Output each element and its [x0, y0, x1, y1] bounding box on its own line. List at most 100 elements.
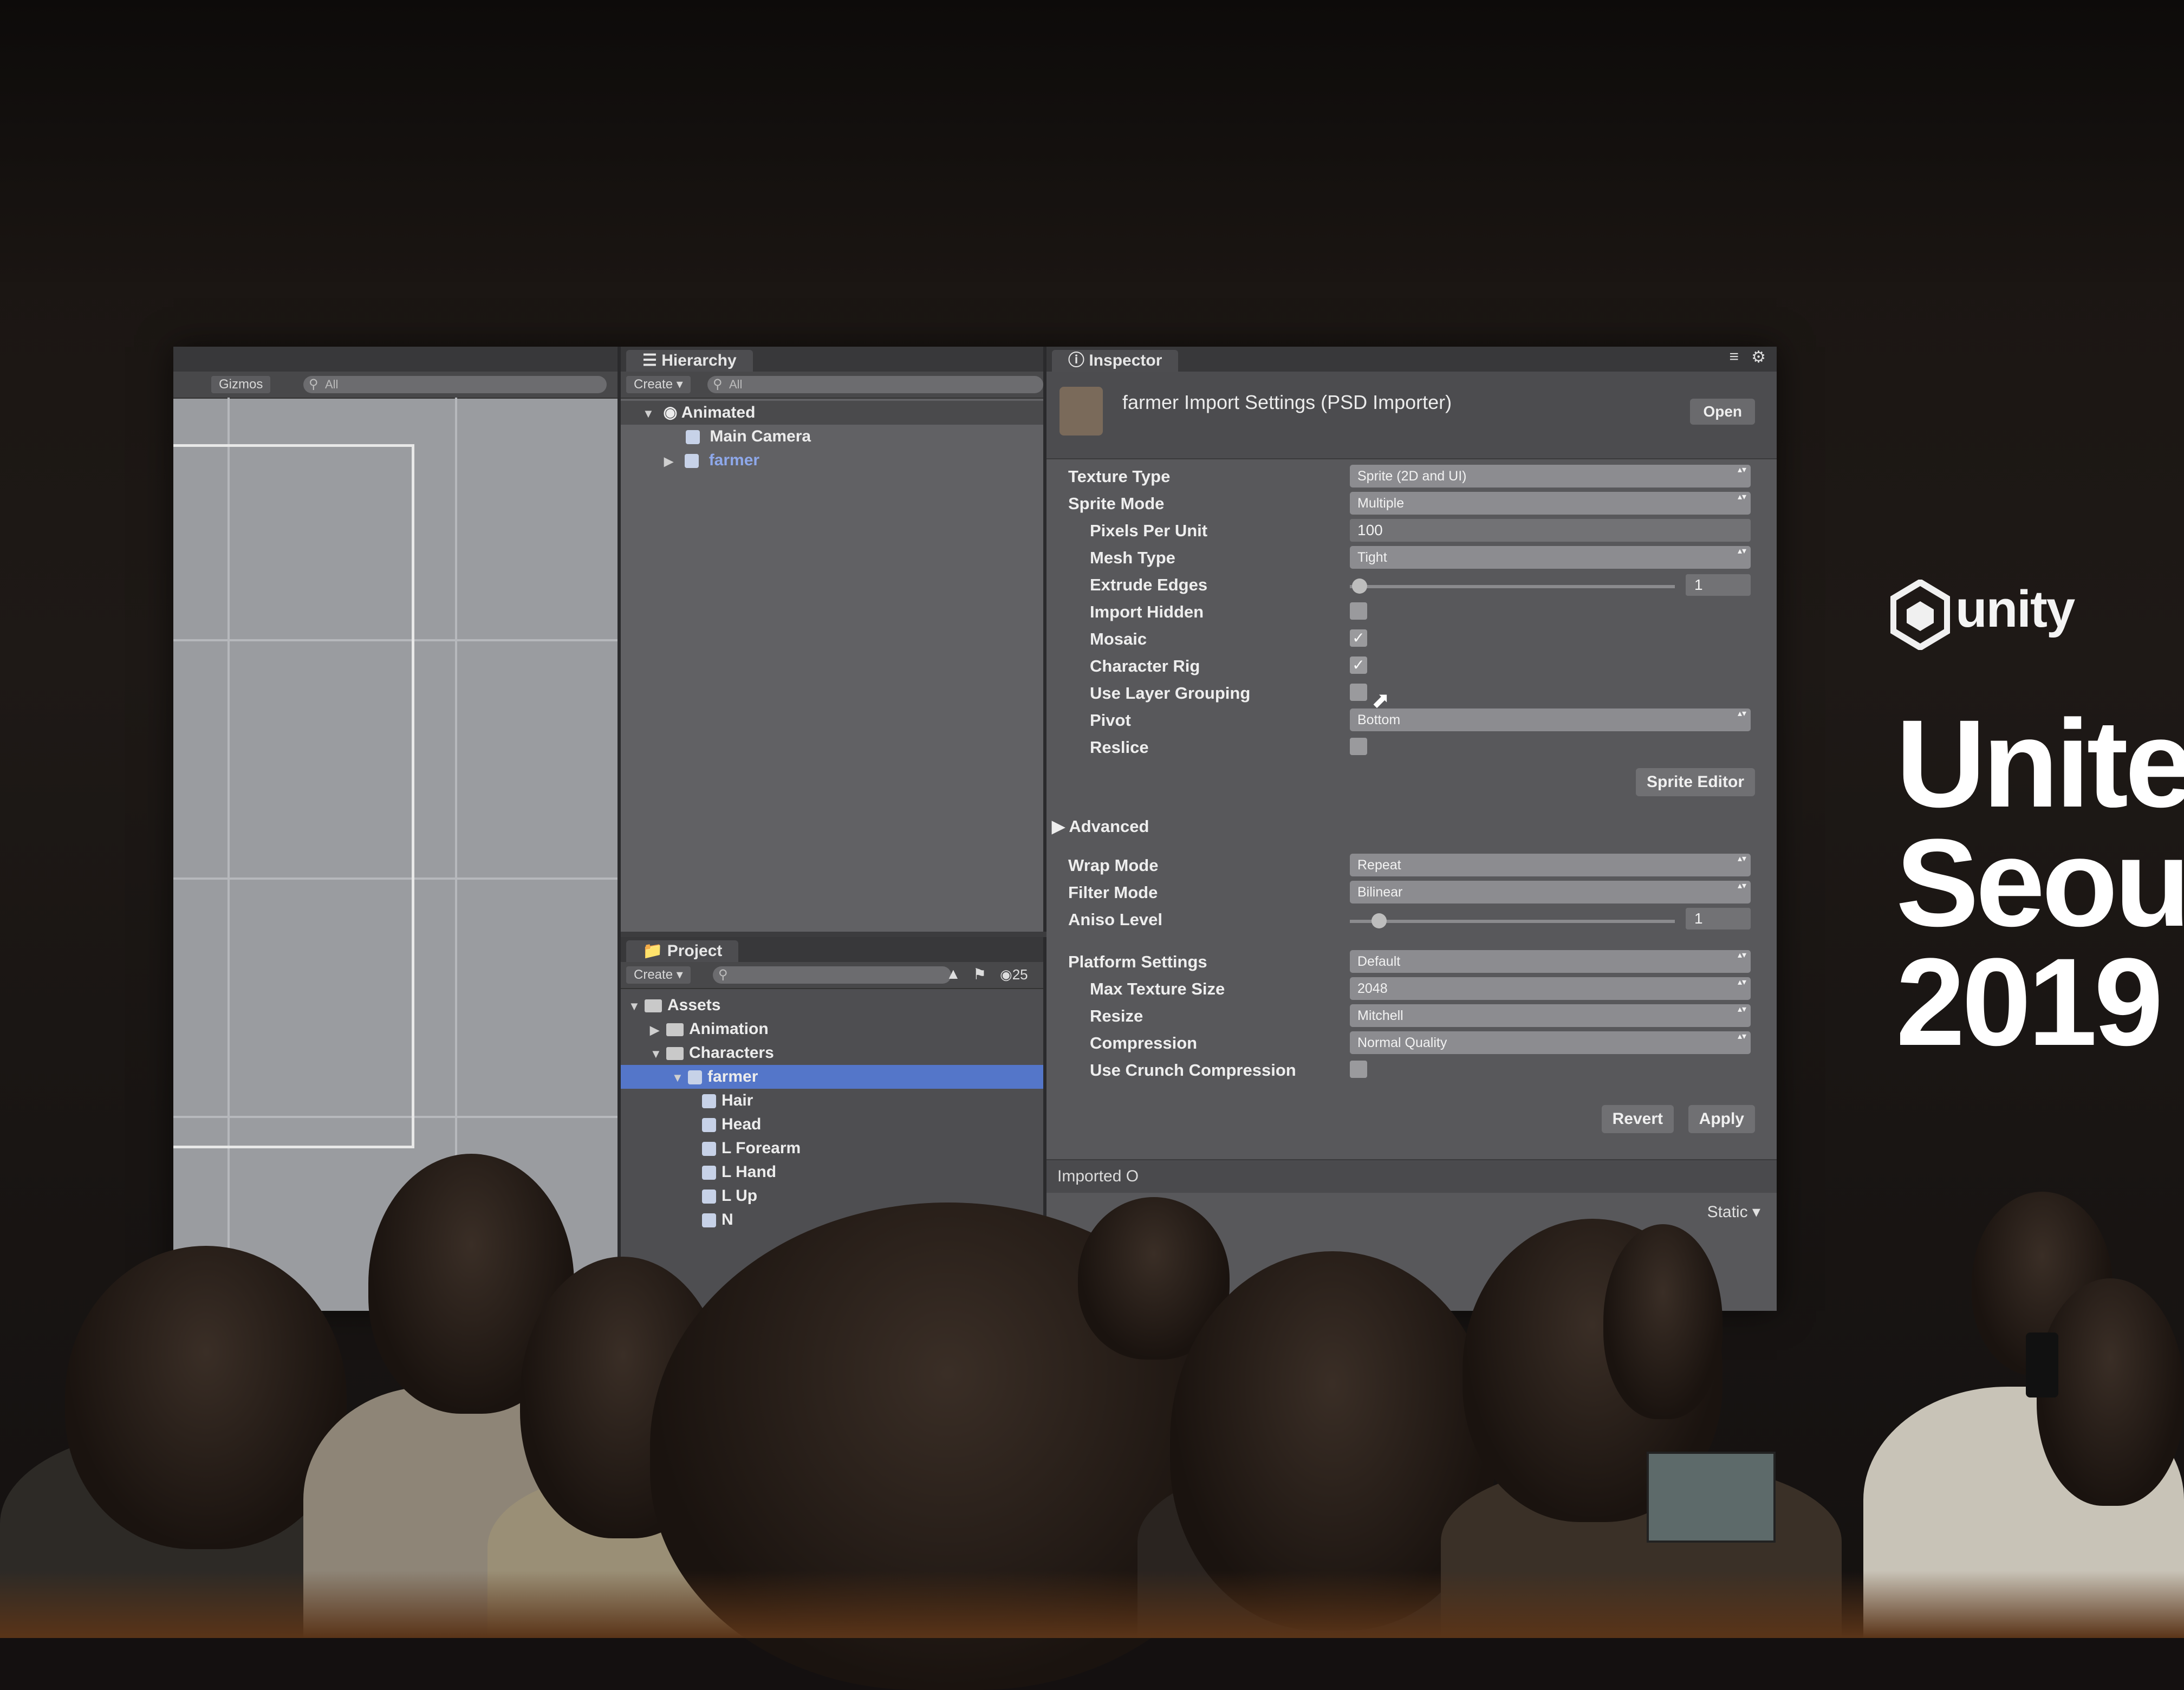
hierarchy-item[interactable]: ▶ farmer — [621, 448, 1043, 472]
tab-hierarchy[interactable]: ☰ Hierarchy — [626, 350, 753, 372]
folder-icon — [666, 1023, 684, 1037]
extrude-edges-label: Extrude Edges — [1090, 575, 1208, 594]
use-layer-grouping-label: Use Layer Grouping — [1090, 684, 1251, 703]
resize-dropdown[interactable]: Mitchell — [1350, 1004, 1751, 1027]
tab-project[interactable]: 📁 Project — [626, 940, 739, 962]
slider-handle[interactable] — [1372, 913, 1387, 928]
settings-sliders-icon[interactable]: ≡ — [1729, 348, 1739, 366]
gameobject-icon — [686, 430, 700, 445]
advanced-foldout[interactable]: ▶ Advanced — [1052, 817, 1149, 836]
character-rig-checkbox[interactable]: ✓ — [1350, 656, 1367, 674]
inspector-tabbar: ⓘ Inspector ⚙ ≡ — [1046, 347, 1777, 372]
project-badge-count: 25 — [1012, 966, 1028, 983]
sprite-icon — [702, 1213, 716, 1228]
seat-row — [0, 1571, 2184, 1638]
revert-button[interactable]: Revert — [1601, 1105, 1674, 1133]
pixels-per-unit-field[interactable]: 100 — [1350, 519, 1751, 542]
compression-label: Compression — [1090, 1034, 1198, 1052]
max-texture-size-dropdown[interactable]: 2048 — [1350, 977, 1751, 1000]
prefab-icon — [685, 454, 699, 469]
static-dropdown[interactable]: Static ▾ — [1707, 1202, 1760, 1221]
compression-dropdown[interactable]: Normal Quality — [1350, 1031, 1751, 1054]
checkmark-icon: ✓ — [1352, 656, 1365, 673]
sprite-editor-button[interactable]: Sprite Editor — [1635, 768, 1755, 796]
expand-arrow-icon: ▼ — [672, 1071, 684, 1084]
folder-icon — [645, 999, 662, 1013]
laptop-screen — [1647, 1452, 1776, 1543]
phone-camera — [2026, 1332, 2058, 1398]
mesh-type-label: Mesh Type — [1090, 548, 1175, 567]
hierarchy-tabbar: ☰ Hierarchy — [621, 347, 1043, 372]
sprite-mode-dropdown[interactable]: Multiple — [1350, 492, 1751, 515]
event-title-line: Unite — [1896, 694, 2184, 833]
project-tree-item[interactable]: ▶ Animation — [621, 1017, 1043, 1041]
label-tag-icon[interactable]: ⚑ — [973, 965, 986, 983]
apply-button[interactable]: Apply — [1688, 1105, 1755, 1133]
wrap-mode-dropdown[interactable]: Repeat — [1350, 854, 1751, 876]
aniso-level-slider[interactable] — [1350, 913, 1675, 928]
gizmos-button[interactable]: Gizmos — [211, 376, 271, 393]
project-tree-item[interactable]: Head — [621, 1113, 1043, 1136]
aniso-level-value[interactable]: 1 — [1686, 908, 1751, 929]
filter-type-icon[interactable]: ▲ — [946, 965, 961, 983]
hierarchy-search-input[interactable]: ⚲ All — [707, 376, 1043, 393]
project-tab-icon: 📁 — [642, 942, 667, 960]
hierarchy-tab-icon: ☰ — [642, 352, 662, 369]
tab-inspector[interactable]: ⓘ Inspector — [1052, 350, 1179, 372]
project-tree-item[interactable]: ▼ Characters — [621, 1041, 1043, 1065]
platform-settings-dropdown[interactable]: Default — [1350, 950, 1751, 973]
hierarchy-item-label: Main Camera — [710, 427, 811, 445]
mesh-type-dropdown[interactable]: Tight — [1350, 546, 1751, 569]
texture-type-label: Texture Type — [1068, 467, 1171, 486]
audience-head — [2037, 1278, 2184, 1506]
static-label: Static — [1707, 1203, 1748, 1221]
pivot-dropdown[interactable]: Bottom — [1350, 708, 1751, 731]
slider-handle[interactable] — [1352, 578, 1367, 594]
unity-logo-icon — [1890, 580, 1950, 650]
resize-label: Resize — [1090, 1006, 1143, 1025]
platform-settings-label: Platform Settings — [1068, 952, 1207, 971]
import-hidden-label: Import Hidden — [1090, 602, 1204, 621]
hierarchy-item-label: farmer — [708, 451, 760, 469]
eye-icon: ◉ — [1000, 966, 1012, 983]
gear-icon[interactable]: ⚙ — [1751, 348, 1766, 367]
extrude-edges-value[interactable]: 1 — [1686, 574, 1751, 596]
project-tree-label: Animation — [689, 1020, 769, 1038]
scene-header-row[interactable]: ▼ ◉ Animated — [621, 401, 1043, 425]
hierarchy-search-placeholder: All — [729, 378, 743, 391]
ceiling — [0, 0, 2184, 282]
hierarchy-create-button[interactable]: Create ▾ — [626, 376, 691, 393]
expand-arrow-icon: ▼ — [650, 1047, 662, 1061]
scene-search-input[interactable]: ⚲ All — [303, 376, 607, 393]
mosaic-checkbox[interactable]: ✓ — [1350, 629, 1367, 647]
unity-scene-icon: ◉ — [663, 404, 681, 421]
visibility-count[interactable]: ◉25 — [1000, 966, 1028, 983]
project-tree-item[interactable]: ▼ Assets — [621, 993, 1043, 1017]
hierarchy-create-label: Create — [634, 377, 673, 392]
texture-type-dropdown[interactable]: Sprite (2D and UI) — [1350, 465, 1751, 487]
project-create-button[interactable]: Create ▾ — [626, 966, 691, 984]
reslice-checkbox[interactable] — [1350, 738, 1367, 755]
filter-mode-dropdown[interactable]: Bilinear — [1350, 881, 1751, 903]
project-tree-item[interactable]: L Forearm — [621, 1136, 1043, 1160]
mosaic-label: Mosaic — [1090, 629, 1147, 648]
sprite-icon — [702, 1190, 716, 1204]
project-tree-item[interactable]: L Hand — [621, 1160, 1043, 1184]
pixels-per-unit-label: Pixels Per Unit — [1090, 521, 1208, 540]
projection-screen: Gizmos ⚲ All ☰ Hierarchy Create ▾ ⚲ All … — [173, 347, 1777, 1311]
camera-frame — [173, 444, 414, 1148]
inspector-tab-label: Inspector — [1089, 352, 1162, 369]
extrude-edges-slider[interactable] — [1350, 578, 1675, 594]
project-search-input[interactable]: ⚲ — [713, 966, 951, 984]
hierarchy-item[interactable]: Main Camera — [621, 425, 1043, 448]
search-icon: ⚲ — [713, 377, 723, 392]
use-crunch-checkbox[interactable] — [1350, 1061, 1367, 1078]
inspector-panel: ⓘ Inspector ⚙ ≡ farmer Import Settings (… — [1046, 347, 1777, 1311]
use-layer-grouping-checkbox[interactable] — [1350, 684, 1367, 701]
search-icon: ⚲ — [309, 377, 318, 392]
import-hidden-checkbox[interactable] — [1350, 602, 1367, 620]
project-tree-item[interactable]: Hair — [621, 1089, 1043, 1113]
folder-icon — [666, 1047, 684, 1061]
open-button[interactable]: Open — [1690, 399, 1755, 425]
project-tree-item-selected[interactable]: ▼ farmer — [621, 1065, 1043, 1089]
